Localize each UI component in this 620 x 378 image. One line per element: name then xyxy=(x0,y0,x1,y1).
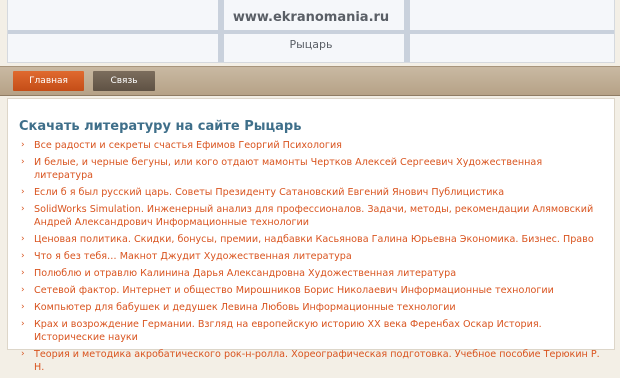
chevron-right-icon: › xyxy=(21,268,25,278)
chevron-right-icon: › xyxy=(21,349,25,359)
book-link[interactable]: И белые, и черные бегуны, или кого отдаю… xyxy=(34,157,542,181)
list-item[interactable]: › Полюблю и отравлю Калинина Дарья Алекса… xyxy=(21,267,601,280)
chevron-right-icon: › xyxy=(21,285,25,295)
chevron-right-icon: › xyxy=(21,302,25,312)
book-link[interactable]: SolidWorks Simulation. Инженерный анализ… xyxy=(34,204,593,228)
list-item[interactable]: › Что я без тебя… Макнот Джудит Художеств… xyxy=(21,250,601,263)
main-nav: Главная Связь xyxy=(0,66,620,96)
book-link[interactable]: Полюблю и отравлю Калинина Дарья Алексан… xyxy=(34,268,456,279)
chevron-right-icon: › xyxy=(21,234,25,244)
list-item[interactable]: › Крах и возрождение Германии. Взгляд на … xyxy=(21,318,601,344)
list-item[interactable]: › Компьютер для бабушек и дедушек Левина … xyxy=(21,301,601,314)
chevron-right-icon: › xyxy=(21,140,25,150)
list-item[interactable]: › Сетевой фактор. Интернет и общество Мир… xyxy=(21,284,601,297)
chevron-right-icon: › xyxy=(21,204,25,214)
chevron-right-icon: › xyxy=(21,187,25,197)
book-link[interactable]: Все радости и секреты счастья Ефимов Гео… xyxy=(34,140,342,151)
nav-contact-button[interactable]: Связь xyxy=(93,71,155,91)
list-item[interactable]: › Теория и методика акробатического рок-н… xyxy=(21,348,601,374)
list-item[interactable]: › Если б я был русский царь. Советы Прези… xyxy=(21,186,601,199)
book-link[interactable]: Теория и методика акробатического рок-н-… xyxy=(34,349,600,373)
book-link[interactable]: Если б я был русский царь. Советы Презид… xyxy=(34,187,504,198)
chevron-right-icon: › xyxy=(21,319,25,329)
book-link[interactable]: Сетевой фактор. Интернет и общество Миро… xyxy=(34,285,554,296)
list-item[interactable]: › И белые, и черные бегуны, или кого отда… xyxy=(21,156,601,182)
header-window-frame xyxy=(8,30,614,34)
list-item[interactable]: › Все радости и секреты счастья Ефимов Ге… xyxy=(21,139,601,152)
site-url: www.ekranomania.ru xyxy=(232,10,390,25)
list-item[interactable]: › Ценовая политика. Скидки, бонусы, преми… xyxy=(21,233,601,246)
book-link-list: › Все радости и секреты счастья Ефимов Ге… xyxy=(21,139,601,378)
nav-home-button[interactable]: Главная xyxy=(13,71,84,91)
book-link[interactable]: Компьютер для бабушек и дедушек Левина Л… xyxy=(34,302,456,313)
site-name: Рыцарь xyxy=(289,38,333,51)
content-panel: Скачать литературу на сайте Рыцарь › Все … xyxy=(7,98,615,373)
chevron-right-icon: › xyxy=(21,251,25,261)
site-header: www.ekranomania.ru Рыцарь xyxy=(7,0,615,63)
chevron-right-icon: › xyxy=(21,157,25,167)
book-link[interactable]: Ценовая политика. Скидки, бонусы, премии… xyxy=(34,234,594,245)
book-link[interactable]: Что я без тебя… Макнот Джудит Художестве… xyxy=(34,251,352,262)
page-title: Скачать литературу на сайте Рыцарь xyxy=(19,119,302,134)
list-item[interactable]: › SolidWorks Simulation. Инженерный анали… xyxy=(21,203,601,229)
book-link[interactable]: Крах и возрождение Германии. Взгляд на е… xyxy=(34,319,542,343)
